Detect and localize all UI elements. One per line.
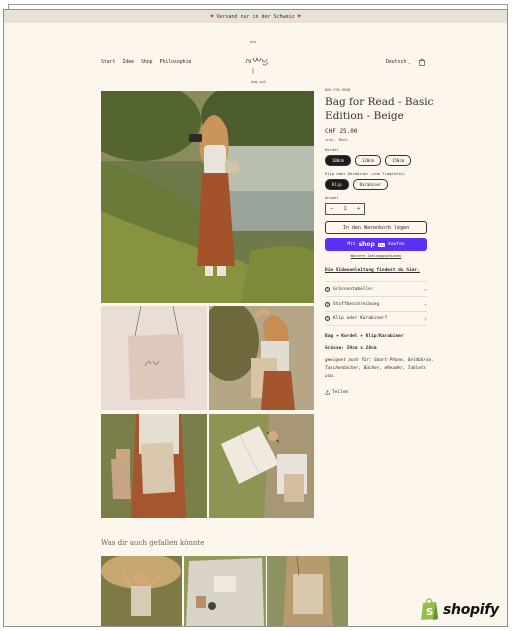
- question-icon: ?: [325, 286, 330, 292]
- product-price: CHF 25.00: [325, 128, 358, 135]
- question-icon: ?: [325, 301, 330, 307]
- shopify-bag-icon: S: [421, 598, 438, 620]
- product-main-image[interactable]: [101, 91, 314, 303]
- recommendation-card-1[interactable]: [101, 556, 182, 626]
- recommendations-title: Was dir auch gefallen könnte: [101, 539, 205, 547]
- site-header: Start Idee Shop Philosophie mna bag yoO …: [4, 23, 507, 84]
- logo-subtext: bag yoO: [251, 80, 266, 84]
- shop-pay-prefix: Mit: [347, 242, 356, 247]
- heart-icon: ♥: [297, 13, 301, 20]
- logo-mark-icon: [245, 56, 269, 74]
- quantity-plus-button[interactable]: +: [357, 206, 360, 212]
- quantity-stepper: − 1 +: [325, 203, 365, 215]
- more-payment-options-link[interactable]: Weitere Zahlungsoptionen: [325, 254, 427, 258]
- quantity-label: Anzahl: [325, 195, 339, 200]
- product-image-woman-bag[interactable]: [209, 306, 314, 410]
- site-logo[interactable]: [241, 49, 273, 75]
- accordion-clip[interactable]: ? Klip oder Karabiner? ⌄: [325, 311, 427, 326]
- nav-philosophie[interactable]: Philosophie: [160, 60, 192, 65]
- shopify-wordmark: shopify: [443, 601, 499, 618]
- description-contents: Bag + Kordel + Klip/Karabiner: [325, 334, 404, 339]
- nav-idee[interactable]: Idee: [122, 60, 134, 65]
- language-label: Deutsch: [386, 60, 407, 65]
- main-nav: Start Idee Shop Philosophie: [101, 60, 191, 65]
- nav-start[interactable]: Start: [101, 60, 115, 65]
- share-button[interactable]: Teilen: [325, 390, 435, 395]
- shop-pay-suffix: kaufen: [388, 242, 405, 247]
- kordel-label: Kordel: [325, 147, 339, 152]
- product-accordion: ? Grössentabelle: ⌄ ? Stoffbeschreibung ⌄ …: [325, 281, 427, 326]
- recommendation-card-2[interactable]: [184, 556, 266, 626]
- product-title: Bag for Read - Basic Edition - Beige: [325, 96, 434, 122]
- clip-option-karabiner[interactable]: Karabiner: [352, 179, 389, 190]
- share-icon: [325, 390, 330, 395]
- product-image-bag-flat[interactable]: [101, 306, 207, 410]
- quantity-minus-button[interactable]: −: [330, 206, 333, 212]
- product-info: BAG FOR READ Bag for Read - Basic Editio…: [325, 88, 435, 395]
- product-vendor: BAG FOR READ: [325, 88, 351, 92]
- accordion-size-table[interactable]: ? Grössentabelle: ⌄: [325, 281, 427, 296]
- shopify-badge: S shopify: [420, 598, 499, 621]
- accordion-label: Stoffbeschreibung: [333, 301, 380, 307]
- share-label: Teilen: [332, 390, 349, 395]
- product-image-holding-bag[interactable]: [101, 414, 207, 518]
- language-selector[interactable]: Deutsch ⌄: [386, 60, 411, 65]
- chevron-down-icon: ⌄: [424, 286, 427, 292]
- page-screenshot: ♥ Versand nur in der Schweiz ♥ Start Ide…: [3, 9, 508, 627]
- kordel-option-120[interactable]: 120cm: [355, 155, 382, 166]
- chevron-down-icon: ⌄: [424, 316, 427, 321]
- logo-top-text: mna: [250, 40, 257, 44]
- description-uses: geeignet auch für: Smart-Phone, Geldbörs…: [325, 358, 434, 379]
- kordel-option-100[interactable]: 100cm: [325, 155, 352, 166]
- shop-pay-logo: shop: [358, 241, 375, 248]
- clip-option-klip[interactable]: Klip: [325, 179, 349, 190]
- product-image-reading[interactable]: [209, 414, 314, 518]
- chevron-down-icon: ⌄: [408, 60, 411, 65]
- heart-icon: ♥: [210, 13, 214, 20]
- accordion-fabric[interactable]: ? Stoffbeschreibung ⌄: [325, 296, 427, 311]
- add-to-cart-button[interactable]: In den Warenkorb legen: [325, 221, 427, 234]
- chevron-down-icon: ⌄: [424, 301, 427, 307]
- announcement-text: Versand nur in der Schweiz: [216, 13, 295, 20]
- shop-pay-badge: Pay: [377, 242, 386, 247]
- quantity-value[interactable]: 1: [343, 206, 346, 212]
- announcement-bar: ♥ Versand nur in der Schweiz ♥: [4, 10, 507, 23]
- question-icon: ?: [325, 316, 330, 321]
- svg-text:S: S: [426, 607, 433, 618]
- clip-options: Klip Karabiner: [325, 179, 435, 190]
- recommendation-card-3[interactable]: [267, 556, 348, 626]
- tax-note: inkl. MwSt.: [325, 137, 351, 142]
- video-guide-link[interactable]: Die Videoanleitung findest du hier.: [325, 267, 435, 274]
- accordion-label: Klip oder Karabiner?: [333, 316, 388, 321]
- clip-label: Klip oder Karabiner (zum Tragenfik): [325, 171, 406, 176]
- product-photo-riverside: [101, 91, 314, 303]
- kordel-options: 100cm 120cm 150cm: [325, 155, 435, 166]
- shopping-bag-icon[interactable]: [418, 58, 426, 66]
- kordel-option-150[interactable]: 150cm: [385, 155, 412, 166]
- accordion-label: Grössentabelle:: [333, 286, 374, 292]
- shop-pay-button[interactable]: Mit shop Pay kaufen: [325, 238, 427, 251]
- nav-shop[interactable]: Shop: [141, 60, 153, 65]
- description-size: Grösse: 29cm x 28cm: [325, 346, 377, 351]
